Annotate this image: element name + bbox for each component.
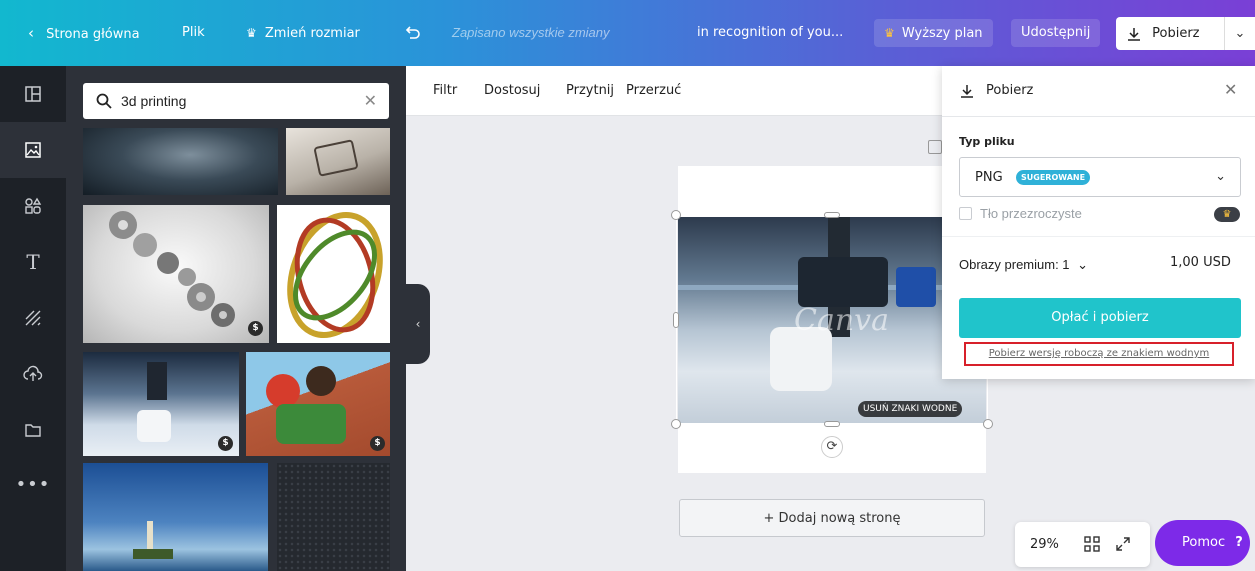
resize-handle[interactable]	[671, 210, 681, 220]
left-rail: T •••	[0, 66, 66, 571]
divider	[942, 236, 1255, 237]
resize-handle[interactable]	[673, 312, 679, 328]
resize-handle[interactable]	[671, 419, 681, 429]
elements-icon[interactable]	[0, 178, 66, 234]
rings-icon	[287, 211, 383, 339]
download-label: Pobierz	[1152, 26, 1200, 41]
download-button[interactable]: Pobierz	[1116, 17, 1224, 50]
upload-icon[interactable]	[0, 346, 66, 402]
add-page-button[interactable]: + Dodaj nową stronę	[679, 499, 985, 537]
photo-thumbnail[interactable]	[83, 128, 278, 195]
top-bar: ‹ Strona główna Plik ♛ Zmień rozmiar Zap…	[0, 0, 1255, 66]
search-icon	[96, 93, 112, 109]
document-title[interactable]: in recognition of you...	[697, 0, 843, 66]
zoom-level[interactable]: 29%	[1030, 522, 1059, 567]
premium-price: 1,00 USD	[1170, 255, 1231, 270]
question-icon: ?	[1235, 535, 1243, 550]
photos-icon[interactable]	[0, 122, 66, 178]
filter-button[interactable]: Filtr	[433, 66, 457, 116]
rotate-icon[interactable]: ⟳	[821, 436, 843, 458]
crown-icon: ♛	[246, 26, 257, 40]
selected-image[interactable]: Canva USUŃ ZNAKI WODNE	[678, 217, 986, 423]
premium-badge: $	[218, 436, 233, 451]
folder-icon[interactable]	[0, 402, 66, 458]
templates-icon[interactable]	[0, 66, 66, 122]
search-input[interactable]	[121, 83, 361, 119]
resize-label: Zmień rozmiar	[264, 26, 360, 41]
home-button[interactable]: ‹ Strona główna	[28, 0, 140, 66]
premium-badge: $	[248, 321, 263, 336]
text-icon[interactable]: T	[0, 234, 66, 290]
home-label: Strona główna	[46, 27, 140, 42]
close-icon[interactable]: ✕	[1224, 80, 1237, 99]
file-type-label: Typ pliku	[959, 135, 1015, 148]
photo-thumbnail[interactable]	[277, 205, 390, 343]
resize-handle[interactable]	[824, 212, 840, 218]
save-status: Zapisano wszystkie zmiany	[452, 25, 610, 40]
resize-handle[interactable]	[983, 419, 993, 429]
upgrade-label: Wyższy plan	[901, 26, 983, 41]
resize-handle[interactable]	[824, 421, 840, 427]
zoom-controls: 29%	[1015, 522, 1150, 567]
chevron-down-icon: ⌄	[1215, 169, 1226, 184]
photos-panel: ✕ $ $ $	[66, 66, 406, 571]
download-dropdown: Pobierz ✕ Typ pliku PNG SUGEROWANE ⌄ Tło…	[942, 66, 1255, 379]
crown-icon: ♛	[1214, 207, 1240, 222]
help-label: Pomoc	[1182, 535, 1226, 550]
photo-thumbnail[interactable]	[286, 128, 390, 195]
gears-icon	[109, 211, 235, 327]
download-watermarked-draft-link[interactable]: Pobierz wersję roboczą ze znakiem wodnym	[964, 342, 1234, 366]
background-icon[interactable]	[0, 290, 66, 346]
remove-watermarks-button[interactable]: USUŃ ZNAKI WODNE	[858, 401, 963, 417]
fullscreen-icon[interactable]	[1115, 536, 1131, 552]
adjust-button[interactable]: Dostosuj	[484, 66, 540, 116]
premium-badge: $	[370, 436, 385, 451]
chevron-left-icon: ‹	[28, 24, 34, 42]
resize-button[interactable]: ♛ Zmień rozmiar	[246, 0, 360, 66]
flip-button[interactable]: Przerzuć	[626, 66, 681, 116]
download-options-chevron-icon[interactable]: ⌄	[1224, 17, 1255, 50]
photo-thumbnail[interactable]: $	[83, 352, 239, 456]
transparent-background-label: Tło przezroczyste	[980, 206, 1082, 221]
premium-images-label: Obrazy premium: 1	[959, 257, 1070, 272]
collapse-panel-chevron-icon[interactable]: ‹	[406, 284, 430, 364]
suggested-badge: SUGEROWANE	[1016, 170, 1091, 185]
file-type-value: PNG	[975, 170, 1003, 185]
photo-thumbnail[interactable]	[277, 463, 390, 571]
crop-button[interactable]: Przytnij	[566, 66, 614, 116]
download-icon	[961, 85, 973, 98]
file-menu[interactable]: Plik	[182, 0, 205, 66]
photo-thumbnail[interactable]: $	[83, 205, 269, 343]
share-button[interactable]: Udostępnij	[1011, 19, 1101, 47]
help-button[interactable]: Pomoc ?	[1155, 520, 1250, 566]
download-icon	[1128, 27, 1140, 41]
search-box: ✕	[83, 83, 389, 119]
grid-view-icon[interactable]	[1084, 536, 1100, 552]
crown-icon: ♛	[884, 26, 895, 40]
dropdown-title: Pobierz	[986, 83, 1034, 98]
pay-and-download-button[interactable]: Opłać i pobierz	[959, 298, 1241, 338]
clear-search-icon[interactable]: ✕	[364, 91, 377, 110]
undo-icon[interactable]	[403, 0, 421, 66]
more-icon[interactable]: •••	[0, 456, 66, 512]
photo-thumbnail[interactable]	[83, 463, 268, 571]
chevron-down-icon: ⌄	[1077, 257, 1089, 272]
upgrade-button[interactable]: ♛ Wyższy plan	[874, 19, 993, 47]
transparent-background-checkbox[interactable]	[959, 207, 972, 220]
page-copy-icon[interactable]	[928, 140, 942, 154]
photo-thumbnail[interactable]: $	[246, 352, 390, 456]
file-type-select[interactable]: PNG SUGEROWANE ⌄	[959, 157, 1241, 197]
divider	[942, 116, 1255, 117]
watermark-text: Canva	[794, 303, 889, 338]
premium-images-toggle[interactable]: Obrazy premium: 1 ⌄	[959, 257, 1088, 273]
